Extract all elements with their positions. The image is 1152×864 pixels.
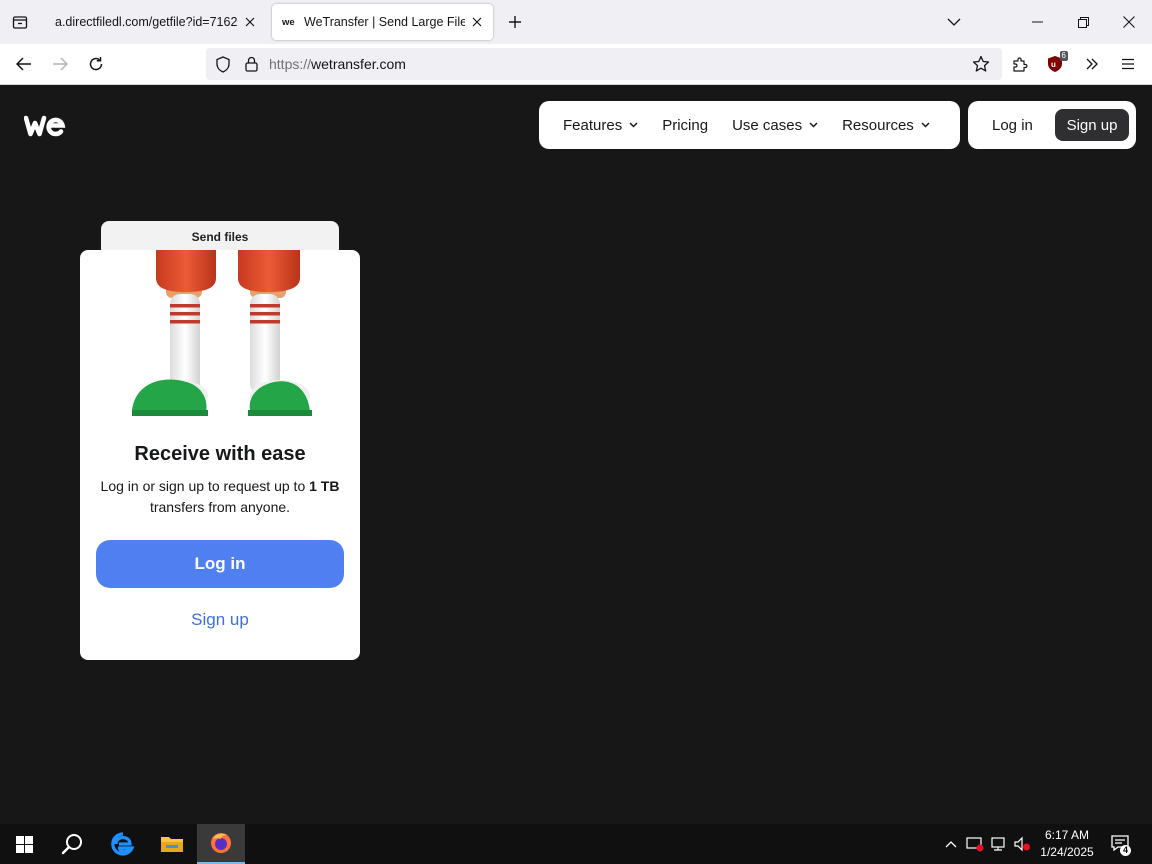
taskbar-clock[interactable]: 6:17 AM 1/24/2025 [1034,827,1100,861]
panel-desc-bold: 1 TB [309,478,340,494]
panel-desc-part2: transfers from anyone. [149,499,291,515]
panel-title: Receive with ease [134,443,306,465]
svg-text:we: we [282,17,295,27]
tab-close-button[interactable] [465,10,489,34]
close-icon [472,17,482,27]
tray-volume-icon[interactable] [1012,834,1032,854]
auth-navigation: Log in Sign up [968,101,1136,149]
volume-muted-icon [1014,836,1030,852]
browser-tab-bar: a.directfiledl.com/getfile?id=716203 we … [0,0,1152,44]
star-icon [972,55,990,72]
extension-badge: 6 [1059,51,1068,61]
panel-description: Log in or sign up to request up to 1 TB … [94,476,346,518]
wetransfer-favicon-icon: we [282,14,298,30]
firefox-icon [211,833,231,853]
header-login-link[interactable]: Log in [992,117,1033,134]
tab-close-button[interactable] [238,10,262,34]
socks-and-sandals-illustration [132,250,312,416]
start-button[interactable] [0,824,48,864]
nav-features-label: Features [563,116,623,134]
hamburger-icon [1122,58,1134,70]
wetransfer-page: Features Pricing Use cases Resources Log… [0,85,1152,824]
chevron-down-icon [809,122,818,128]
tab-directfiledl[interactable]: a.directfiledl.com/getfile?id=716203 [44,4,266,40]
back-button[interactable] [10,50,38,78]
wetransfer-logo[interactable] [23,115,66,142]
panel-desc-part1: Log in or sign up to request up to [100,478,310,494]
url-scheme: https:// [269,56,312,72]
close-window-button[interactable] [1113,6,1145,38]
edge-icon [111,832,135,856]
network-icon [991,837,1005,851]
arrow-left-icon [16,57,31,71]
clock-date: 1/24/2025 [1040,845,1094,859]
chevron-down-icon [629,122,638,128]
ublock-extension-button[interactable]: u 6 [1042,50,1070,78]
address-bar[interactable]: https://wetransfer.com [206,48,1002,80]
show-hidden-icons-button[interactable] [941,834,961,854]
folder-icon [161,837,183,852]
list-all-tabs-button[interactable] [938,6,970,38]
restore-icon [1077,16,1089,28]
close-icon [1123,16,1135,28]
minimize-icon [1031,21,1043,23]
nav-pricing[interactable]: Pricing [662,117,708,134]
defender-warning-icon [966,837,984,852]
tab-list-icon [12,16,28,29]
extensions-button[interactable] [1006,50,1034,78]
shield-icon[interactable] [213,54,233,74]
tab-title: a.directfiledl.com/getfile?id=716203 [55,15,238,29]
minimize-button[interactable] [1021,6,1053,38]
puzzle-icon [1012,56,1028,72]
notification-count-badge: 4 [1120,845,1131,856]
bookmark-button[interactable] [971,54,991,74]
svg-text:u: u [1051,60,1056,69]
tray-network-icon[interactable] [989,834,1009,854]
receive-panel: Receive with ease Log in or sign up to r… [80,250,360,660]
nav-use-cases-label: Use cases [732,116,803,134]
action-center-button[interactable]: 4 [1110,834,1131,856]
nav-use-cases[interactable]: Use cases [732,117,818,134]
double-chevron-icon [1086,58,1098,70]
restore-button[interactable] [1067,6,1099,38]
chevron-down-icon [947,18,961,26]
nav-pricing-label: Pricing [662,116,709,134]
taskbar-edge[interactable] [99,824,147,864]
tab-wetransfer[interactable]: we WeTransfer | Send Large Files Fa [272,4,493,40]
arrow-right-icon [53,57,68,71]
reload-button[interactable] [82,50,110,78]
nav-resources[interactable]: Resources [842,117,930,134]
panel-login-button[interactable]: Log in [96,540,344,588]
send-files-tab[interactable]: Send files [101,221,339,251]
panel-signup-link[interactable]: Sign up [96,610,344,632]
tray-security-icon[interactable] [965,834,985,854]
plus-icon [509,16,521,28]
windows-taskbar: 6:17 AM 1/24/2025 4 [0,824,1152,864]
tab-title: WeTransfer | Send Large Files Fa [304,15,465,29]
new-tab-button[interactable] [502,9,528,35]
header-signup-button[interactable]: Sign up [1055,109,1129,141]
forward-button[interactable] [46,50,74,78]
app-menu-button[interactable] [1114,50,1142,78]
windows-logo-icon [15,835,33,853]
nav-features[interactable]: Features [563,117,638,134]
taskbar-firefox[interactable] [197,824,245,864]
more-tools-button[interactable] [1078,50,1106,78]
tab-list-button[interactable] [6,8,34,36]
search-button[interactable] [48,824,96,864]
search-icon [61,834,82,855]
browser-toolbar: https://wetransfer.com u 6 [0,44,1152,85]
lock-icon[interactable] [241,54,261,74]
url-text: https://wetransfer.com [269,56,406,72]
main-navigation: Features Pricing Use cases Resources [539,101,960,149]
reload-icon [89,57,103,71]
chevron-down-icon [921,122,930,128]
close-icon [245,17,255,27]
chevron-up-icon [945,841,957,848]
taskbar-file-explorer[interactable] [148,824,196,864]
nav-resources-label: Resources [842,116,914,134]
url-host: wetransfer.com [311,56,406,72]
clock-time: 6:17 AM [1044,828,1090,842]
